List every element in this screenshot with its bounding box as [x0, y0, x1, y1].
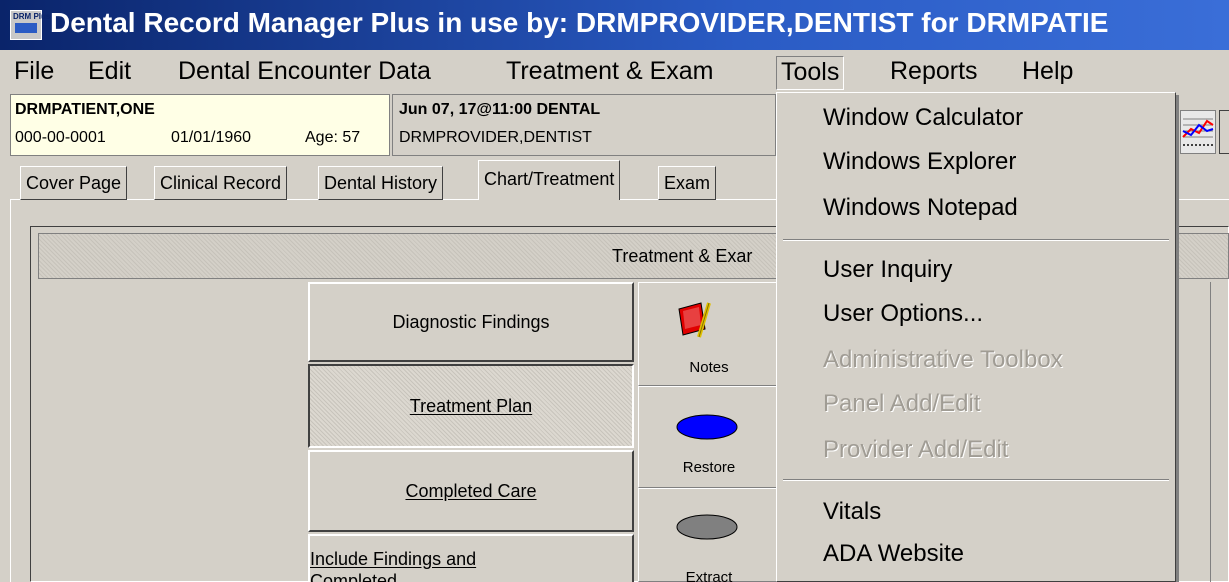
menu-reports[interactable]: Reports — [886, 56, 982, 90]
include-findings-label: Include Findings and — [310, 549, 477, 569]
notes-label: Notes — [689, 359, 729, 376]
menu-panel-add-edit: Panel Add/Edit — [823, 390, 981, 417]
patient-ssn: 000-00-0001 — [15, 129, 106, 146]
menu-ada-website[interactable]: ADA Website — [823, 539, 964, 569]
toolbar-button[interactable] — [1219, 110, 1229, 154]
menu-separator — [783, 479, 1169, 481]
app-icon-label: DRM Plus — [13, 12, 51, 21]
menu-dental-encounter-data[interactable]: Dental Encounter Data — [174, 56, 435, 90]
restore-tool[interactable]: Restore — [638, 386, 778, 488]
menu-administrative-toolbox: Administrative Toolbox — [823, 346, 1063, 373]
window-title: Dental Record Manager Plus in use by: DR… — [50, 7, 1109, 38]
encounter-provider: DRMPROVIDER,DENTIST — [399, 129, 592, 146]
include-findings-button[interactable]: Include Findings and Completed — [308, 534, 634, 582]
restore-label: Restore — [682, 459, 736, 476]
app-icon-screen — [15, 23, 37, 33]
restore-icon — [676, 414, 738, 440]
completed-care-button[interactable]: Completed Care — [308, 450, 634, 532]
tab-cover-page[interactable]: Cover Page — [20, 166, 128, 200]
extract-icon — [676, 514, 738, 540]
include-findings-label-line2: Completed — [310, 571, 398, 582]
treatment-plan-label: Treatment Plan — [409, 396, 533, 416]
patient-dob: 01/01/1960 — [171, 129, 252, 146]
tab-clinical-record[interactable]: Clinical Record — [154, 166, 288, 200]
tab-dental-history[interactable]: Dental History — [318, 166, 444, 200]
menu-windows-explorer[interactable]: Windows Explorer — [823, 147, 1016, 177]
menu-tools[interactable]: Tools — [776, 56, 845, 90]
notes-icon — [678, 302, 711, 338]
menu-windows-notepad[interactable]: Windows Notepad — [823, 193, 1018, 223]
chart-icon[interactable] — [1180, 110, 1216, 154]
encounter-info-panel[interactable]: Jun 07, 17@11:00 DENTAL DRMPROVIDER,DENT… — [392, 94, 776, 156]
diagnostic-findings-button[interactable]: Diagnostic Findings — [308, 282, 634, 362]
tab-exam[interactable]: Exam — [658, 166, 717, 200]
chart-graphic — [1182, 118, 1214, 146]
patient-name: DRMPATIENT,ONE — [15, 101, 155, 118]
menu-window-calculator[interactable]: Window Calculator — [823, 103, 1023, 133]
tab-chart-treatment[interactable]: Chart/Treatment — [478, 160, 621, 200]
menu-vitals[interactable]: Vitals — [823, 497, 881, 527]
encounter-datetime: Jun 07, 17@11:00 DENTAL — [399, 101, 601, 118]
menu-file[interactable]: File — [10, 56, 58, 90]
menu-user-inquiry[interactable]: User Inquiry — [823, 255, 952, 285]
menu-help[interactable]: Help — [1018, 56, 1077, 90]
menu-provider-add-edit: Provider Add/Edit — [823, 436, 1009, 463]
treatment-exam-header-label: Treatment & Exar — [612, 246, 753, 266]
completed-care-label: Completed Care — [405, 481, 537, 501]
menu-edit[interactable]: Edit — [84, 56, 135, 90]
treatment-plan-button[interactable]: Treatment Plan — [308, 364, 634, 448]
patient-info-panel: DRMPATIENT,ONE 000-00-0001 01/01/1960 Ag… — [10, 94, 390, 156]
menu-separator — [783, 239, 1169, 241]
extract-tool[interactable]: Extract — [638, 488, 778, 582]
menu-treatment-exam[interactable]: Treatment & Exam — [502, 56, 717, 90]
grid-divider — [1210, 282, 1211, 582]
menu-bar: File Edit Dental Encounter Data Treatmen… — [0, 52, 1229, 92]
app-icon[interactable]: DRM Plus — [10, 10, 50, 40]
title-bar[interactable]: DRM Plus Dental Record Manager Plus in u… — [0, 0, 1229, 50]
tools-dropdown-menu: Window Calculator Windows Explorer Windo… — [776, 92, 1176, 582]
notes-tool[interactable]: Notes — [638, 282, 778, 386]
diagnostic-findings-label: Diagnostic Findings — [392, 312, 550, 332]
extract-label: Extract — [685, 569, 733, 582]
menu-user-options[interactable]: User Options... — [823, 299, 983, 329]
patient-age: Age: 57 — [305, 129, 361, 146]
